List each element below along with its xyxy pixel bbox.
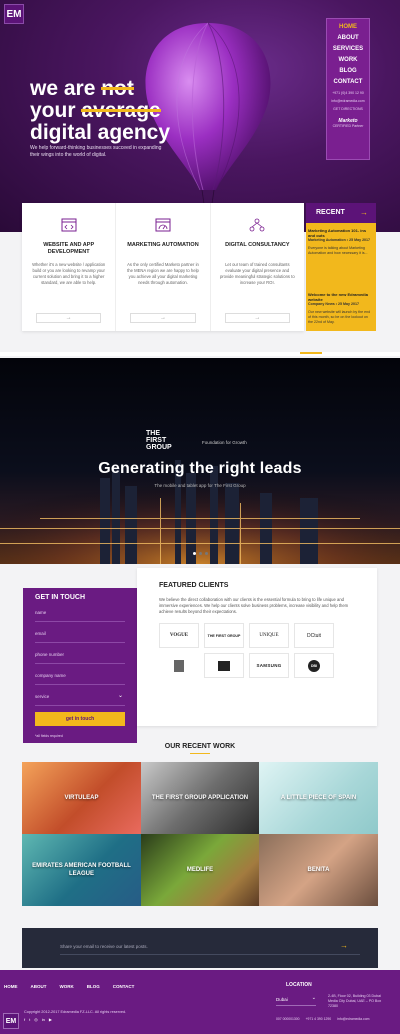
nav-email[interactable]: info@edramedia.com xyxy=(330,98,366,104)
form-title: GET IN TOUCH xyxy=(35,594,86,601)
network-icon xyxy=(249,218,265,232)
footer-link-blog[interactable]: BLOG xyxy=(87,984,100,989)
work-tile-benita[interactable]: BENITA xyxy=(259,834,378,906)
client-logo-unique: UNIQUE xyxy=(249,623,289,648)
client-logo-gray xyxy=(159,653,199,678)
work-tile-medlife[interactable]: MEDLIFE xyxy=(141,834,259,906)
nav-home[interactable]: HOME xyxy=(330,22,366,33)
main-nav: HOME ABOUT SERVICES WORK BLOG CONTACT +9… xyxy=(326,18,370,160)
code-window-icon xyxy=(61,218,77,232)
service-title: Website and App Development xyxy=(43,242,95,255)
service-desc: Let our team of trained consultants eval… xyxy=(219,262,295,285)
arrow-right-icon[interactable]: → xyxy=(360,208,368,217)
service-desc: Whether it's a new website / application… xyxy=(32,262,106,285)
clients-desc: We believe the direct collaboration with… xyxy=(159,597,349,614)
footer-phone[interactable]: +971 4 390 1290 xyxy=(306,1017,332,1021)
name-field[interactable]: name xyxy=(35,602,125,622)
footer-link-contact[interactable]: CONTACT xyxy=(113,984,135,989)
social-links: f t ◎ in ▶ xyxy=(24,1017,52,1022)
recent-work-title: OUR RECENT WORK xyxy=(164,743,236,750)
work-grid: VIRTULEAP THE FIRST GROUP APPLICATION A … xyxy=(22,762,378,906)
banner-subtitle: The mobile and tablet app for The First … xyxy=(154,483,246,488)
service-desc: As the only certified Marketo partner in… xyxy=(127,262,199,285)
client-logo-dbi: DBI xyxy=(294,653,334,678)
nav-directions[interactable]: GET DIRECTIONS xyxy=(330,106,366,112)
client-logo-mark xyxy=(204,653,244,678)
work-tile-virtuleap[interactable]: VIRTULEAP xyxy=(22,762,141,834)
facebook-icon[interactable]: f xyxy=(24,1017,25,1022)
company-field[interactable]: company name xyxy=(35,665,125,685)
marketo-partner-sub: CERTIFIED Partner xyxy=(332,124,364,128)
location-select[interactable]: Dubai xyxy=(276,995,316,1006)
nav-about[interactable]: ABOUT xyxy=(330,33,366,44)
client-logo-samsung: SAMSUNG xyxy=(249,653,289,678)
phone-field[interactable]: phone number xyxy=(35,644,125,664)
divider xyxy=(190,753,210,754)
work-tile-football-league[interactable]: EMIRATES AMERICAN FOOTBALL LEAGUE xyxy=(22,834,141,906)
copyright: Copyright 2012-2017 Edramedia FZ-LLC. Al… xyxy=(24,1010,127,1014)
service-more-button[interactable]: → xyxy=(130,313,196,323)
services-cards: Website and App Development Whether it's… xyxy=(22,203,304,331)
email-field[interactable]: email xyxy=(35,623,125,643)
nav-services[interactable]: SERVICES xyxy=(330,44,366,55)
the-first-group-logo: THE FIRST GROUP xyxy=(146,430,172,451)
hero-section: EM we are not your average digital agenc… xyxy=(0,0,400,232)
footer-link-about[interactable]: ABOUT xyxy=(31,984,47,989)
work-tile-first-group[interactable]: THE FIRST GROUP APPLICATION xyxy=(141,762,259,834)
gauge-window-icon xyxy=(155,218,171,232)
recent-post[interactable]: Marketing Automation 101- ins and outs M… xyxy=(308,228,372,256)
footer-logo[interactable]: EM xyxy=(3,1013,19,1029)
linkedin-icon[interactable]: in xyxy=(42,1017,45,1022)
clients-title: FEATURED CLIENTS xyxy=(159,582,229,589)
service-select[interactable]: service xyxy=(35,686,125,706)
client-logo-vogue: VOGUE xyxy=(159,623,199,648)
instagram-icon[interactable]: ◎ xyxy=(34,1017,38,1022)
service-card-consultancy: Digital Consultancy Let our team of trai… xyxy=(211,203,304,331)
footer-address: 2-4B, Floor 02, Building 03 Dubai Media … xyxy=(328,994,382,1008)
service-more-button[interactable]: → xyxy=(224,313,290,323)
recent-header: RECENT → xyxy=(306,203,376,223)
divider xyxy=(0,352,400,356)
footer-email[interactable]: info@edramedia.com xyxy=(337,1017,369,1021)
footer-nav: HOME ABOUT WORK BLOG CONTACT xyxy=(4,984,134,989)
newsletter-email-input[interactable]: Share your email to receive our latest p… xyxy=(60,944,148,949)
nav-work[interactable]: WORK xyxy=(330,55,366,66)
youtube-icon[interactable]: ▶ xyxy=(49,1017,52,1022)
contact-form: GET IN TOUCH name email phone number com… xyxy=(23,588,137,743)
banner-title: Generating the right leads xyxy=(98,460,302,477)
featured-clients: FEATURED CLIENTS We believe the direct c… xyxy=(137,568,377,726)
footer-link-work[interactable]: WORK xyxy=(60,984,74,989)
em-logo[interactable]: EM xyxy=(4,4,24,24)
carousel-dots[interactable] xyxy=(193,552,208,555)
client-logos-row: VOGUE THE FIRST GROUP UNIQUE DCtuit xyxy=(159,623,355,648)
required-note: *all fields required xyxy=(35,734,63,738)
input-underline xyxy=(60,954,360,955)
hero-headline: we are not your average digital agency xyxy=(30,77,171,144)
service-card-web: Website and App Development Whether it's… xyxy=(22,203,117,331)
client-logos-row: SAMSUNG DBI xyxy=(159,653,355,678)
twitter-icon[interactable]: t xyxy=(29,1017,30,1022)
banner-tagline: Foundation for Growth xyxy=(202,440,247,445)
work-tile-piece-of-spain[interactable]: A LITTLE PIECE OF SPAIN xyxy=(259,762,378,834)
nav-contact[interactable]: CONTACT xyxy=(330,77,366,88)
client-logo-first-group: THE FIRST GROUP xyxy=(204,623,244,648)
client-logo-dctuit: DCtuit xyxy=(294,623,334,648)
footer-contacts: 007 000001300 +971 4 390 1290 info@edram… xyxy=(276,1017,369,1021)
service-more-button[interactable]: → xyxy=(36,313,102,323)
submit-arrow-icon[interactable]: → xyxy=(340,941,348,950)
footer-fax[interactable]: 007 000001300 xyxy=(276,1017,300,1021)
footer-link-home[interactable]: HOME xyxy=(4,984,18,989)
nav-phone[interactable]: +971 (0)4 390 12 90 xyxy=(330,90,366,96)
service-title: Marketing Automation xyxy=(127,242,199,248)
nav-blog[interactable]: BLOG xyxy=(330,66,366,77)
service-card-automation: Marketing Automation As the only certifi… xyxy=(116,203,211,331)
get-in-touch-button[interactable]: get in touch xyxy=(35,712,125,726)
service-title: Digital Consultancy xyxy=(225,242,290,248)
hero-subtitle: We help forward-thinking businesses succ… xyxy=(30,145,162,158)
newsletter-bar: Share your email to receive our latest p… xyxy=(22,928,378,968)
location-label: LOCATION xyxy=(286,982,312,988)
recent-post[interactable]: Welcome to the new Edramedia website Com… xyxy=(308,292,372,325)
